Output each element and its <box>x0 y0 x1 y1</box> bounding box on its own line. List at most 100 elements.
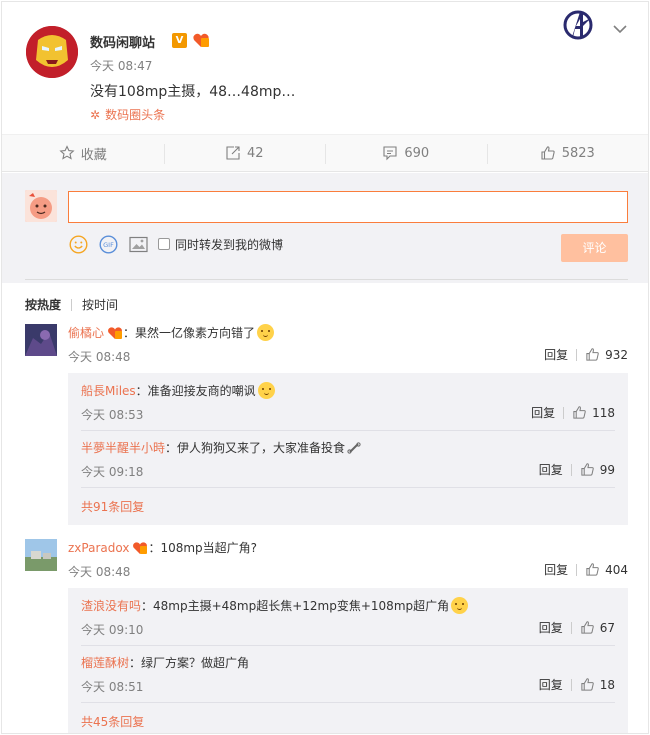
reply-time: 今天 08:53 <box>81 408 144 422</box>
reply-text: ：绿厂方案？做超广角 <box>129 656 250 670</box>
post-text: 没有108mp主摄，48…48mp… <box>90 84 296 100</box>
sort-by-hot-tab[interactable]: 按热度 <box>25 296 61 313</box>
avengers-logo-icon <box>563 10 593 40</box>
comment-time: 今天 08:48 <box>68 565 131 579</box>
thumbs-up-icon[interactable] <box>585 562 600 577</box>
image-button[interactable] <box>128 234 148 254</box>
doge-emoji-icon <box>257 324 275 341</box>
topic-label: 数码圈头条 <box>105 108 166 122</box>
comment-compose: GIF 同时转发到我的微博 评论 <box>2 173 648 283</box>
sync-repost-label: 同时转发到我的微博 <box>175 237 284 252</box>
reply-username[interactable]: 榴莲酥树 <box>81 654 129 671</box>
repost-icon <box>226 146 240 160</box>
thumbs-up-icon[interactable] <box>580 677 595 692</box>
reply-text: ：伊人狗狗又来了，大家准备投食 <box>165 441 346 455</box>
comment-like-count: 404 <box>605 562 628 577</box>
commenter-avatar[interactable] <box>25 539 57 571</box>
reply-username[interactable]: 渣浪没有吗 <box>81 597 141 614</box>
reply-like-count: 67 <box>599 620 615 635</box>
fan-badge-icon <box>193 33 209 47</box>
author-name[interactable]: 数码闲聊站 <box>90 32 155 51</box>
reply-text: ：48mp主摄+48mp超长焦+12mp变焦+108mp超广角 <box>141 599 450 613</box>
reply-body: 榴莲酥树 ：绿厂方案？做超广角 <box>81 654 249 671</box>
reply-body: 半夢半醒半小時 ：伊人狗狗又来了，大家准备投食 <box>81 439 361 456</box>
thumbs-up-icon[interactable] <box>580 620 595 635</box>
like-count: 5823 <box>561 145 595 161</box>
comment-text: ：果然一亿像素方向错了 <box>123 326 256 340</box>
reply-like-count: 118 <box>592 405 615 420</box>
reply-item: 渣浪没有吗 ：48mp主摄+48mp超长焦+12mp变焦+108mp超广角 今天… <box>81 597 615 637</box>
view-more-replies-link[interactable]: 共91条回复 <box>81 498 144 515</box>
reply-button[interactable]: 回复 <box>531 404 555 421</box>
reply-text: ：准备迎接友商的嘲讽 <box>135 384 256 398</box>
repost-button[interactable]: 42 <box>163 135 326 171</box>
reply-panel: 船長Miles ：准备迎接友商的嘲讽 今天 08:53 回复 118 半夢半醒半… <box>68 373 628 525</box>
doge-emoji-icon <box>257 382 275 399</box>
comment-username[interactable]: 偷橘心 <box>68 324 104 341</box>
divider <box>25 279 628 280</box>
sort-tabs: 按热度 按时间 <box>25 296 118 313</box>
reply-divider <box>81 487 615 488</box>
compose-tools: GIF 同时转发到我的微博 <box>68 234 283 254</box>
gif-icon: GIF <box>98 234 118 254</box>
reply-username[interactable]: 船長Miles <box>81 382 136 399</box>
comment-text: ：108mp当超广角? <box>148 541 258 555</box>
reply-button[interactable]: 回复 <box>544 346 568 363</box>
reply-time: 今天 09:18 <box>81 465 144 479</box>
comment-like-count: 932 <box>605 347 628 362</box>
thumbs-up-icon[interactable] <box>572 405 587 420</box>
comment-count: 690 <box>404 145 430 161</box>
reply-button[interactable]: 回复 <box>539 676 563 693</box>
post-topic[interactable]: ✲ 数码圈头条 <box>90 106 165 123</box>
reply-divider <box>81 702 615 703</box>
reply-time: 今天 08:51 <box>81 680 144 694</box>
reply-item: 榴莲酥树 ：绿厂方案？做超广角 今天 08:51 回复 18 <box>81 654 615 694</box>
ops-divider <box>576 563 578 576</box>
reply-button[interactable]: 回复 <box>539 619 563 636</box>
ops-divider <box>576 348 578 361</box>
reply-divider <box>81 430 615 431</box>
reply-ops: 回复 67 <box>539 619 615 636</box>
favorite-button[interactable]: 收藏 <box>2 135 164 171</box>
reply-divider <box>81 645 615 646</box>
reply-username[interactable]: 半夢半醒半小時 <box>81 439 165 456</box>
emoji-button[interactable] <box>68 234 88 254</box>
ops-divider <box>570 621 572 634</box>
reply-body: 船長Miles ：准备迎接友商的嘲讽 <box>81 382 275 399</box>
sync-repost-checkbox[interactable] <box>158 238 170 250</box>
chevron-down-icon[interactable] <box>613 24 627 34</box>
comment-icon <box>383 146 397 161</box>
reply-ops: 回复 18 <box>539 676 615 693</box>
comment-item: zxParadox ：108mp当超广角? 今天 08:48 回复 404 <box>25 539 628 579</box>
verified-badge: V <box>172 33 187 48</box>
comment-button[interactable]: 690 <box>325 135 487 171</box>
reply-button[interactable]: 回复 <box>539 461 563 478</box>
author-avatar[interactable] <box>26 26 78 78</box>
reply-button[interactable]: 回复 <box>544 561 568 578</box>
fan-badge-icon <box>108 326 123 339</box>
gif-button[interactable]: GIF <box>98 234 118 254</box>
sort-divider <box>71 298 73 311</box>
post-time[interactable]: 今天 08:47 <box>90 57 152 74</box>
smiley-icon <box>68 234 88 254</box>
ops-divider <box>563 406 565 419</box>
reply-ops: 回复 118 <box>531 404 615 421</box>
bone-emoji-icon <box>347 441 361 454</box>
comment-ops: 回复 932 <box>544 346 628 363</box>
comment-ops: 回复 404 <box>544 561 628 578</box>
svg-text:GIF: GIF <box>103 241 114 249</box>
thinking-emoji-icon <box>451 597 469 614</box>
comment-username[interactable]: zxParadox <box>68 541 129 555</box>
comment-input[interactable] <box>68 191 628 223</box>
submit-comment-button[interactable]: 评论 <box>561 234 628 262</box>
repost-count: 42 <box>246 145 264 161</box>
comment-body: 偷橘心 ：果然一亿像素方向错了 <box>68 324 275 341</box>
view-more-replies-link[interactable]: 共45条回复 <box>81 713 144 730</box>
like-button[interactable]: 5823 <box>486 135 649 171</box>
ops-divider <box>570 678 572 691</box>
commenter-avatar[interactable] <box>25 324 57 356</box>
sort-by-time-tab[interactable]: 按时间 <box>82 296 118 313</box>
thumbs-up-icon[interactable] <box>580 462 595 477</box>
topic-flower-icon: ✲ <box>90 108 101 122</box>
thumbs-up-icon[interactable] <box>585 347 600 362</box>
